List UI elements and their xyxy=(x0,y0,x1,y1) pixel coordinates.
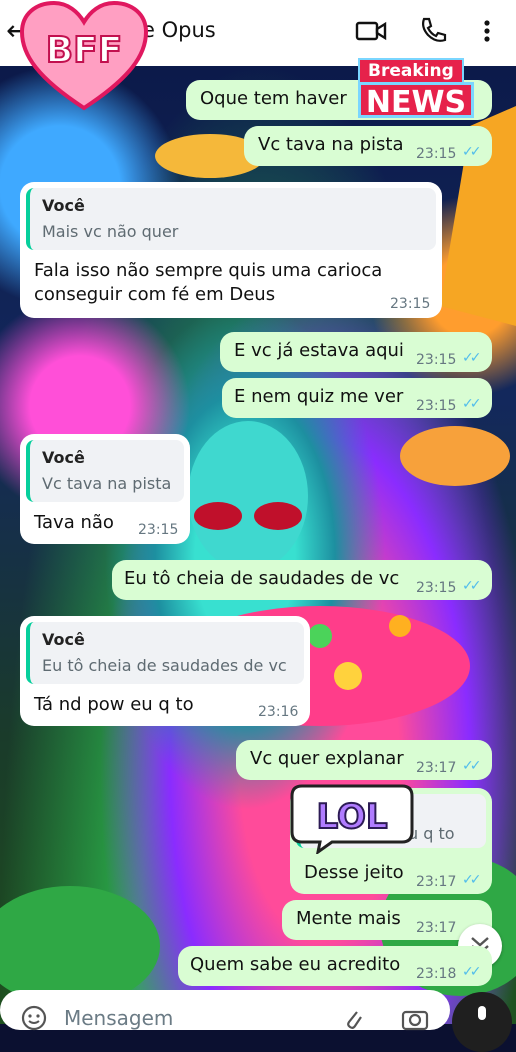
message-time: 23:15 xyxy=(416,580,457,596)
ufo-light-2 xyxy=(308,624,332,648)
quote-text: Mais vc não quer xyxy=(42,222,179,241)
ufo-light-1 xyxy=(334,662,362,690)
quoted-message[interactable]: Você Eu tô cheia de saudades de vc xyxy=(26,622,304,684)
phone-call-icon[interactable] xyxy=(416,14,450,48)
quote-author: Você xyxy=(42,196,85,215)
message-bubble[interactable]: Quem sabe eu acredito 23:18 ✓✓ xyxy=(178,946,492,986)
attach-icon[interactable] xyxy=(340,1004,366,1032)
message-time: 23:15 xyxy=(390,296,431,312)
message-time: 23:17 xyxy=(416,874,457,890)
message-input[interactable]: Mensagem xyxy=(64,1006,173,1030)
voice-message-button[interactable] xyxy=(452,992,512,1052)
message-text: Vc tava na pista xyxy=(258,134,404,155)
bff-heart-sticker: BFF xyxy=(19,0,149,111)
quote-text: Eu tô cheia de saudades de vc xyxy=(42,656,287,675)
message-text: Eu tô cheia de saudades de vc xyxy=(124,568,400,589)
message-time: 23:16 xyxy=(258,704,299,720)
message-bubble[interactable]: E vc já estava aqui 23:15 ✓✓ xyxy=(220,332,492,372)
lol-text: LOL xyxy=(316,797,387,837)
message-text: E vc já estava aqui xyxy=(234,340,404,361)
more-options-icon[interactable] xyxy=(470,14,504,48)
alien-eye-right xyxy=(254,502,302,530)
message-bubble[interactable]: Eu tô cheia de saudades de vc 23:15 ✓✓ xyxy=(112,560,492,600)
camera-icon[interactable] xyxy=(400,1004,430,1032)
bff-sticker-text: BFF xyxy=(46,30,123,71)
news-label: NEWS xyxy=(358,82,474,120)
lol-sticker: LOL xyxy=(290,784,414,854)
message-text: Mente mais xyxy=(296,908,401,929)
message-bubble[interactable]: Você Mais vc não quer Fala isso não semp… xyxy=(20,182,442,318)
read-receipt-icon: ✓✓ xyxy=(462,758,482,774)
message-time: 23:15 xyxy=(138,522,179,538)
message-time: 23:18 xyxy=(416,966,457,982)
message-bubble[interactable]: Você Vc tava na pista Tava não 23:15 xyxy=(20,434,190,544)
message-composer[interactable]: Mensagem xyxy=(0,990,450,1032)
contact-name[interactable]: e Opus xyxy=(142,18,216,42)
breaking-label: Breaking xyxy=(358,58,464,84)
read-receipt-icon: ✓✓ xyxy=(462,350,482,366)
quoted-message[interactable]: Você Vc tava na pista xyxy=(26,440,184,502)
quote-author: Você xyxy=(42,630,85,649)
message-text: Tava não xyxy=(34,512,114,533)
message-text: E nem quiz me ver xyxy=(234,386,404,407)
emoji-icon[interactable] xyxy=(20,1004,48,1032)
video-call-icon[interactable] xyxy=(354,14,388,48)
quote-text: Vc tava na pista xyxy=(42,474,172,493)
message-bubble[interactable]: E nem quiz me ver 23:15 ✓✓ xyxy=(222,378,492,418)
message-text: Quem sabe eu acredito xyxy=(190,954,401,975)
message-bubble[interactable]: Você Eu tô cheia de saudades de vc Tá nd… xyxy=(20,616,310,726)
message-text: Vc quer explanar xyxy=(250,748,404,769)
breaking-news-sticker: Breaking NEWS xyxy=(350,58,478,122)
read-receipt-icon: ✓✓ xyxy=(462,872,482,888)
alien-head xyxy=(188,421,308,571)
message-time: 23:15 xyxy=(416,352,457,368)
ufo-light-3 xyxy=(389,615,411,637)
read-receipt-icon: ✓✓ xyxy=(462,578,482,594)
message-text-line-1: Fala isso não sempre quis uma carioca xyxy=(34,260,383,281)
quoted-message[interactable]: Você Mais vc não quer xyxy=(26,188,436,250)
message-text: Tá nd pow eu q to xyxy=(34,694,194,715)
message-time: 23:15 xyxy=(416,146,457,162)
read-receipt-icon: ✓✓ xyxy=(462,964,482,980)
message-time: 23:15 xyxy=(416,398,457,414)
message-text: Desse jeito xyxy=(304,862,404,883)
read-receipt-icon: ✓✓ xyxy=(462,144,482,160)
message-text-line-2: conseguir com fé em Deus xyxy=(34,284,276,305)
message-text: Oque tem haver xyxy=(200,88,347,109)
microphone-icon xyxy=(478,1006,486,1020)
plants-left xyxy=(0,886,160,1006)
message-time: 23:17 xyxy=(416,760,457,776)
read-receipt-icon: ✓✓ xyxy=(462,396,482,412)
message-bubble[interactable]: Vc quer explanar 23:17 ✓✓ xyxy=(236,740,492,780)
message-bubble[interactable]: Vc tava na pista 23:15 ✓✓ xyxy=(244,126,492,166)
message-time: 23:17 xyxy=(416,920,457,936)
alien-eye-left xyxy=(194,502,242,530)
quote-author: Você xyxy=(42,448,85,467)
ufo-small-2 xyxy=(400,426,510,486)
